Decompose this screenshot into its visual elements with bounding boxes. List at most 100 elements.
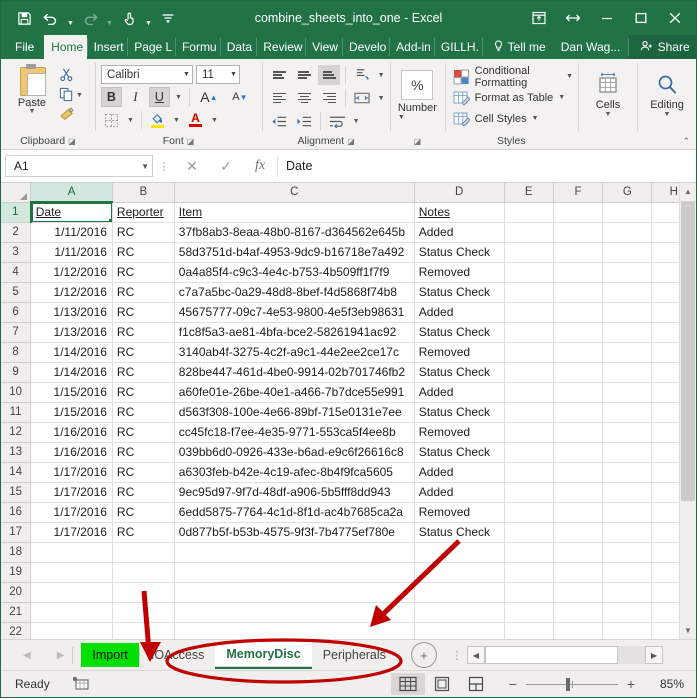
font-name-caret-icon[interactable]: ▼ [183, 71, 190, 78]
cell-E12[interactable] [504, 422, 554, 443]
conditional-formatting-button[interactable]: Conditional Formatting ▼ [451, 65, 573, 89]
cell-styles-dropdown-icon[interactable]: ▼ [532, 115, 539, 122]
row-header-19[interactable]: 19 [1, 562, 32, 583]
cell-C13[interactable]: 039bb6d0-0926-433e-b6ad-e9c6f26616c8 [174, 442, 415, 463]
cell-E5[interactable] [504, 282, 554, 303]
cell-E15[interactable] [504, 482, 554, 503]
cell-D17[interactable]: Status Check [414, 522, 505, 543]
cell-D14[interactable]: Added [414, 462, 505, 483]
cell-C15[interactable]: 9ec95d97-9f7d-48df-a906-5b5fff8dd943 [174, 482, 415, 503]
clipboard-dialog-launcher-icon[interactable]: ◪ [68, 134, 76, 149]
cell-D16[interactable]: Removed [414, 502, 505, 523]
cell-E14[interactable] [504, 462, 554, 483]
number-format-button[interactable]: % [401, 70, 434, 100]
tab-data[interactable]: Data [219, 35, 257, 59]
wrap-text-dropdown-icon[interactable]: ▼ [351, 111, 361, 131]
fill-color-dropdown-icon[interactable]: ▼ [171, 110, 182, 130]
restore-down-icon[interactable] [556, 3, 590, 33]
align-top-button[interactable] [268, 65, 290, 85]
select-all-button[interactable] [1, 183, 32, 203]
cell-D6[interactable]: Added [414, 302, 505, 323]
cell-G20[interactable] [602, 582, 653, 603]
cell-B11[interactable]: RC [112, 402, 175, 423]
share-button[interactable]: Share [627, 35, 696, 59]
cell-B19[interactable] [112, 562, 175, 583]
cell-C12[interactable]: cc45fc18-f7ee-4e35-9771-553ca5f4ee8b [174, 422, 415, 443]
cell-D12[interactable]: Removed [414, 422, 505, 443]
row-header-2[interactable]: 2 [1, 222, 32, 243]
borders-button[interactable] [101, 110, 122, 130]
cell-A14[interactable]: 1/17/2016 [30, 462, 113, 483]
cell-A3[interactable]: 1/11/2016 [30, 242, 113, 263]
row-header-12[interactable]: 12 [1, 422, 32, 443]
row-header-17[interactable]: 17 [1, 522, 32, 543]
cell-C11[interactable]: d563f308-100e-4e66-89bf-715e0131e7ee [174, 402, 415, 423]
horizontal-scroll-track[interactable] [484, 646, 645, 664]
cancel-formula-icon[interactable]: ✕ [175, 153, 209, 179]
cell-A8[interactable]: 1/14/2016 [30, 342, 113, 363]
cell-G3[interactable] [602, 242, 653, 263]
accessibility-checker-icon[interactable] [72, 676, 90, 692]
cell-A22[interactable] [30, 622, 113, 639]
row-header-5[interactable]: 5 [1, 282, 32, 303]
cell-G7[interactable] [602, 322, 653, 343]
cell-G14[interactable] [602, 462, 653, 483]
cell-E9[interactable] [504, 362, 554, 383]
cell-C20[interactable] [174, 582, 415, 603]
cell-E1[interactable] [504, 202, 554, 223]
cell-E13[interactable] [504, 442, 554, 463]
decrease-indent-button[interactable] [268, 111, 290, 131]
bold-button[interactable]: B [100, 87, 122, 107]
cell-A13[interactable]: 1/16/2016 [30, 442, 113, 463]
cell-G12[interactable] [602, 422, 653, 443]
cell-F5[interactable] [553, 282, 604, 303]
save-icon[interactable] [11, 6, 37, 30]
cell-F6[interactable] [553, 302, 604, 323]
number-dialog-launcher-icon[interactable]: ◪ [414, 134, 422, 149]
cell-G22[interactable] [602, 622, 653, 639]
cell-F12[interactable] [553, 422, 604, 443]
cell-A18[interactable] [30, 542, 113, 563]
zoom-out-button[interactable]: − [507, 676, 519, 692]
cell-C8[interactable]: 3140ab4f-3275-4c2f-a9c1-44e2ee2ce17c [174, 342, 415, 363]
cell-A1[interactable]: Date [30, 202, 113, 223]
cell-F1[interactable] [553, 202, 604, 223]
cell-B8[interactable]: RC [112, 342, 175, 363]
redo-icon[interactable] [77, 6, 103, 30]
fill-handle[interactable] [108, 218, 112, 221]
cell-B6[interactable]: RC [112, 302, 175, 323]
cell-E16[interactable] [504, 502, 554, 523]
borders-dropdown-icon[interactable]: ▼ [125, 110, 136, 130]
italic-button[interactable]: I [125, 87, 146, 107]
cell-E18[interactable] [504, 542, 554, 563]
copy-dropdown-icon[interactable]: ▼ [76, 92, 83, 99]
cell-F9[interactable] [553, 362, 604, 383]
cell-C22[interactable] [174, 622, 415, 639]
scroll-down-icon[interactable]: ▼ [680, 622, 696, 639]
cell-D11[interactable]: Status Check [414, 402, 505, 423]
cell-A5[interactable]: 1/12/2016 [30, 282, 113, 303]
editing-button[interactable]: Editing ▼ [643, 67, 691, 118]
cell-B10[interactable]: RC [112, 382, 175, 403]
zoom-in-button[interactable]: + [625, 676, 637, 692]
cell-D1[interactable]: Notes [414, 202, 505, 223]
merge-and-center-button[interactable] [351, 88, 373, 108]
cell-A9[interactable]: 1/14/2016 [30, 362, 113, 383]
cell-A11[interactable]: 1/15/2016 [30, 402, 113, 423]
cell-C17[interactable]: 0d877b5f-b53b-4575-9f3f-7b4775ef780e [174, 522, 415, 543]
cells-button[interactable]: Cells ▼ [584, 67, 632, 118]
cell-G9[interactable] [602, 362, 653, 383]
column-header-a[interactable]: A [30, 183, 113, 203]
paste-dropdown-icon[interactable]: ▼ [29, 108, 36, 115]
copy-button[interactable]: ▼ [57, 86, 85, 105]
undo-icon[interactable] [38, 6, 64, 30]
row-header-21[interactable]: 21 [1, 602, 32, 623]
cell-F21[interactable] [553, 602, 604, 623]
cell-A20[interactable] [30, 582, 113, 603]
next-sheet-icon[interactable]: ▶ [57, 650, 65, 661]
tab-review[interactable]: Review [256, 35, 305, 59]
previous-sheet-icon[interactable]: ◀ [23, 650, 31, 661]
cell-E21[interactable] [504, 602, 554, 623]
cell-G17[interactable] [602, 522, 653, 543]
cell-D18[interactable] [414, 542, 505, 563]
